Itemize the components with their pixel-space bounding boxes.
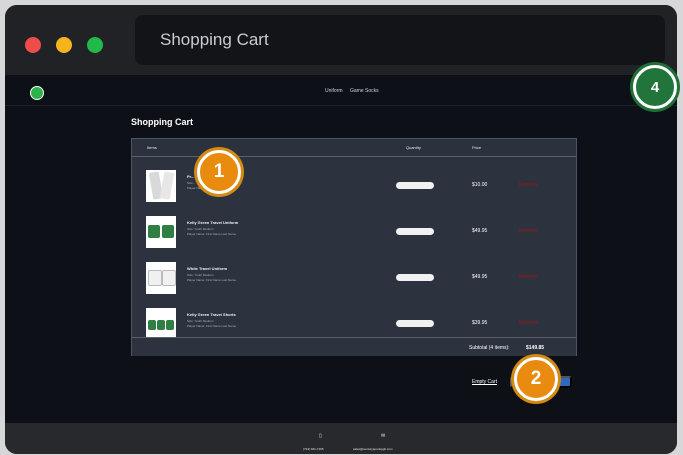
top-navigation: Uniform Game Socks bbox=[5, 75, 677, 106]
quantity-stepper[interactable] bbox=[396, 320, 434, 327]
remove-link[interactable]: Remove bbox=[519, 182, 538, 188]
items-header: Items bbox=[147, 145, 157, 150]
product-player: Player Name: First Name Last Name bbox=[187, 278, 237, 282]
product-size: Size: Youth Medium bbox=[187, 273, 214, 277]
email-icon: ✉ bbox=[381, 433, 386, 439]
product-image-green-uniform bbox=[146, 216, 176, 248]
cart-header-row: Items Quantity Price bbox=[132, 139, 576, 157]
remove-link[interactable]: Remove bbox=[519, 320, 538, 326]
empty-cart-link[interactable]: Empty Cart bbox=[472, 379, 497, 385]
callout-1: 1 bbox=[197, 150, 241, 194]
table-row: White Travel Uniform Size: Youth Medium … bbox=[132, 252, 576, 298]
footer-email[interactable]: sales@centurysportspgh.com bbox=[353, 447, 393, 451]
title-bar: Shopping Cart bbox=[5, 5, 677, 75]
quantity-stepper[interactable] bbox=[396, 182, 434, 189]
product-size: Size: Youth Medium bbox=[187, 319, 214, 323]
window-title: Shopping Cart bbox=[160, 30, 269, 49]
product-name: White Travel Uniform bbox=[187, 266, 228, 271]
product-player: Player Name: First Name Last Name bbox=[187, 232, 237, 236]
row-price: $10.00 bbox=[472, 182, 488, 188]
app-window: Shopping Cart Uniform Game Socks Shoppin… bbox=[5, 5, 677, 454]
callout-2: 2 bbox=[514, 357, 558, 401]
nav-link-uniform[interactable]: Uniform bbox=[325, 88, 343, 94]
site-logo[interactable] bbox=[30, 86, 44, 100]
product-image-green-shorts bbox=[146, 308, 176, 340]
callout-4: 4 bbox=[633, 65, 677, 109]
price-header: Price bbox=[472, 145, 482, 150]
quantity-header: Quantity bbox=[406, 145, 421, 150]
phone-icon: ▯ bbox=[319, 433, 322, 439]
remove-link[interactable]: Remove bbox=[519, 228, 538, 234]
product-size: Size... bbox=[187, 181, 196, 185]
site-footer: ▯ ✉ (724) 941-7105 sales@centurysportspg… bbox=[5, 423, 677, 454]
product-size: Size: Youth Medium bbox=[187, 227, 214, 231]
maximize-button[interactable] bbox=[87, 37, 103, 53]
table-row: Kelly Green Travel Uniform Size: Youth M… bbox=[132, 206, 576, 252]
subtotal-value: $149.85 bbox=[526, 345, 545, 351]
product-name: Kelly Green Travel Uniform bbox=[187, 220, 239, 225]
quantity-stepper[interactable] bbox=[396, 228, 434, 235]
row-price: $49.95 bbox=[472, 228, 488, 234]
row-price: $49.95 bbox=[472, 274, 488, 280]
minimize-button[interactable] bbox=[56, 37, 72, 53]
product-player: Player Name: First Name Last Name bbox=[187, 324, 237, 328]
remove-link[interactable]: Remove bbox=[519, 274, 538, 280]
window-tab[interactable]: Shopping Cart bbox=[135, 15, 665, 65]
footer-phone[interactable]: (724) 941-7105 bbox=[303, 447, 324, 451]
product-name: Kelly Green Travel Shorts bbox=[187, 312, 236, 317]
cart-subtotal-row: Subtotal (4 items): $149.85 bbox=[132, 337, 576, 356]
product-name: Pr... bbox=[187, 174, 195, 179]
page-title: Shopping Cart bbox=[131, 117, 193, 127]
nav-link-game-socks[interactable]: Game Socks bbox=[350, 88, 379, 94]
product-image-white-uniform bbox=[146, 262, 176, 294]
close-button[interactable] bbox=[25, 37, 41, 53]
row-price: $39.95 bbox=[472, 320, 488, 326]
quantity-stepper[interactable] bbox=[396, 274, 434, 281]
product-image-socks bbox=[146, 170, 176, 202]
subtotal-label: Subtotal (4 items): bbox=[469, 345, 510, 351]
